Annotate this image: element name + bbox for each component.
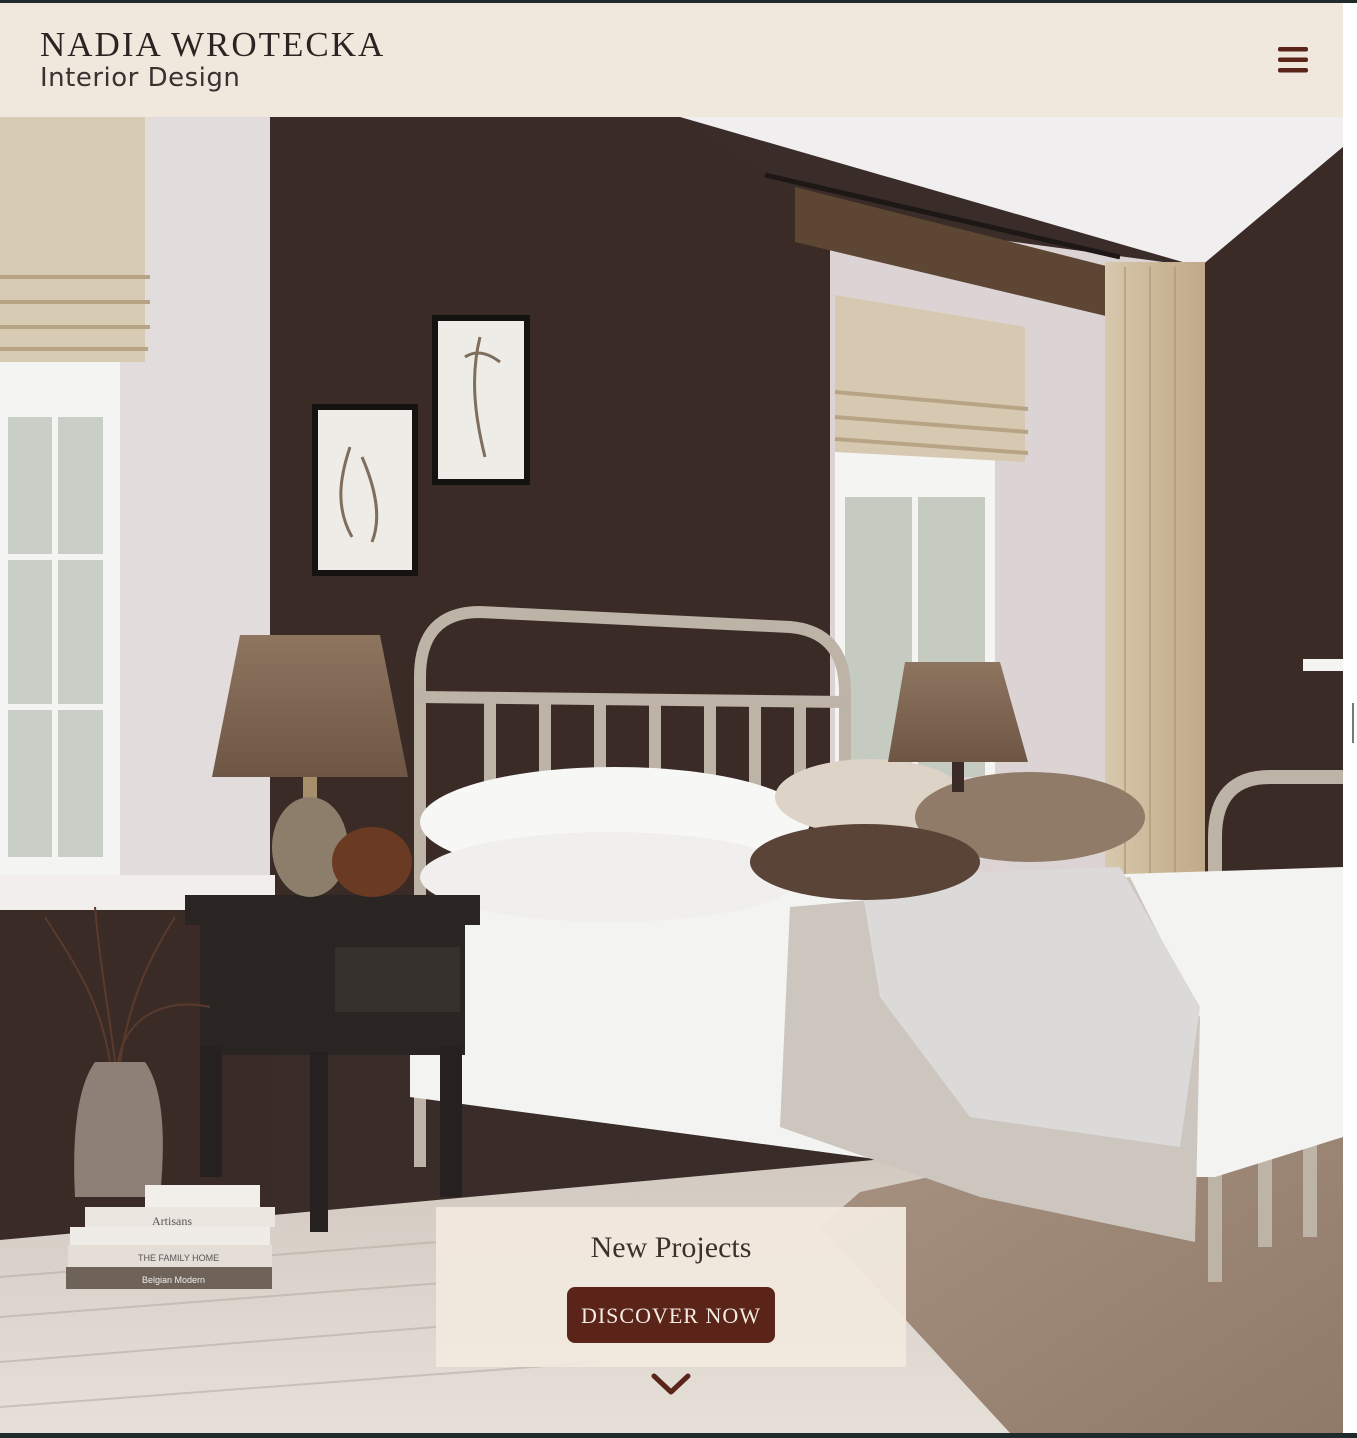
brand-tagline: Interior Design xyxy=(40,63,241,93)
book-title-artisans: Artisans xyxy=(152,1214,192,1228)
site-header: NADIA WROTECKA Interior Design xyxy=(0,3,1343,117)
page-frame: NADIA WROTECKA Interior Design Artisans … xyxy=(0,3,1343,1433)
scrollbar-thumb[interactable] xyxy=(1352,703,1354,743)
promo-card: New Projects DISCOVER NOW xyxy=(436,1207,906,1367)
promo-title: New Projects xyxy=(590,1231,752,1264)
chevron-down-icon[interactable] xyxy=(650,1370,692,1398)
hamburger-menu-icon[interactable] xyxy=(1276,43,1310,77)
discover-now-button[interactable]: DISCOVER NOW xyxy=(566,1287,776,1343)
vertical-scrollbar[interactable] xyxy=(1343,3,1357,1433)
book-title-family-home: THE FAMILY HOME xyxy=(138,1253,219,1263)
brand-name[interactable]: NADIA WROTECKA xyxy=(40,25,385,65)
book-title-belgian-modern: Belgian Modern xyxy=(142,1275,205,1285)
